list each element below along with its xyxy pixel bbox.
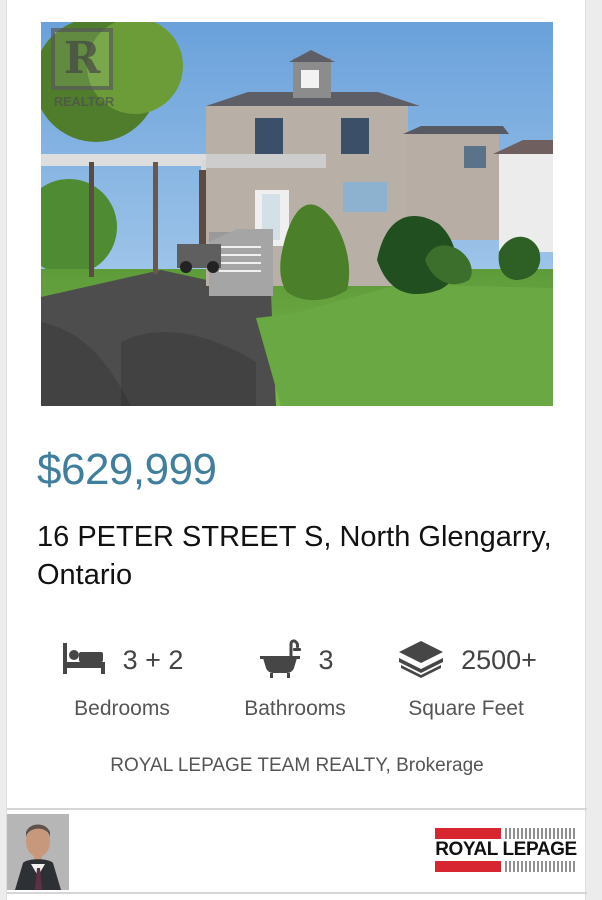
square-feet-feature: 2500+ Square Feet	[381, 638, 551, 728]
bedrooms-feature: 3 + 2 Bedrooms	[37, 638, 207, 728]
listing-price: $629,999	[37, 445, 217, 494]
logo-stripes-bottom	[505, 861, 577, 872]
layers-icon	[395, 638, 447, 683]
bed-icon	[61, 638, 109, 683]
realtor-watermark-text: REALTOR	[53, 94, 115, 109]
listing-address[interactable]: 16 PETER STREET S, North Glengarry, Onta…	[37, 518, 567, 594]
logo-red-bar-bottom	[435, 861, 501, 872]
listing-card[interactable]: R REALTOR $629,999 16 PETER STREET S, No…	[6, 0, 587, 900]
square-feet-label: Square Feet	[408, 697, 524, 720]
agent-avatar[interactable]	[7, 814, 69, 890]
logo-red-bar-top	[435, 828, 501, 839]
bathrooms-value: 3	[318, 644, 334, 675]
logo-text: ROYAL LEPAGE	[435, 839, 577, 860]
realtor-r-icon: R	[51, 28, 113, 90]
bathtub-icon	[256, 638, 304, 683]
bedrooms-value: 3 + 2	[122, 644, 184, 675]
logo-stripes-top	[505, 828, 577, 839]
bedrooms-label: Bedrooms	[74, 697, 170, 720]
square-feet-value: 2500+	[461, 644, 537, 675]
card-divider-bottom	[7, 892, 587, 894]
brokerage-name: ROYAL LEPAGE TEAM REALTY, Brokerage	[110, 755, 484, 776]
bathrooms-feature: 3 Bathrooms	[210, 638, 380, 728]
card-divider-top	[7, 808, 587, 810]
listing-photo[interactable]: R REALTOR	[41, 22, 553, 406]
realtor-watermark: R REALTOR	[43, 24, 121, 112]
bathrooms-label: Bathrooms	[244, 697, 346, 720]
royal-lepage-logo[interactable]: ROYAL LEPAGE	[435, 828, 577, 874]
